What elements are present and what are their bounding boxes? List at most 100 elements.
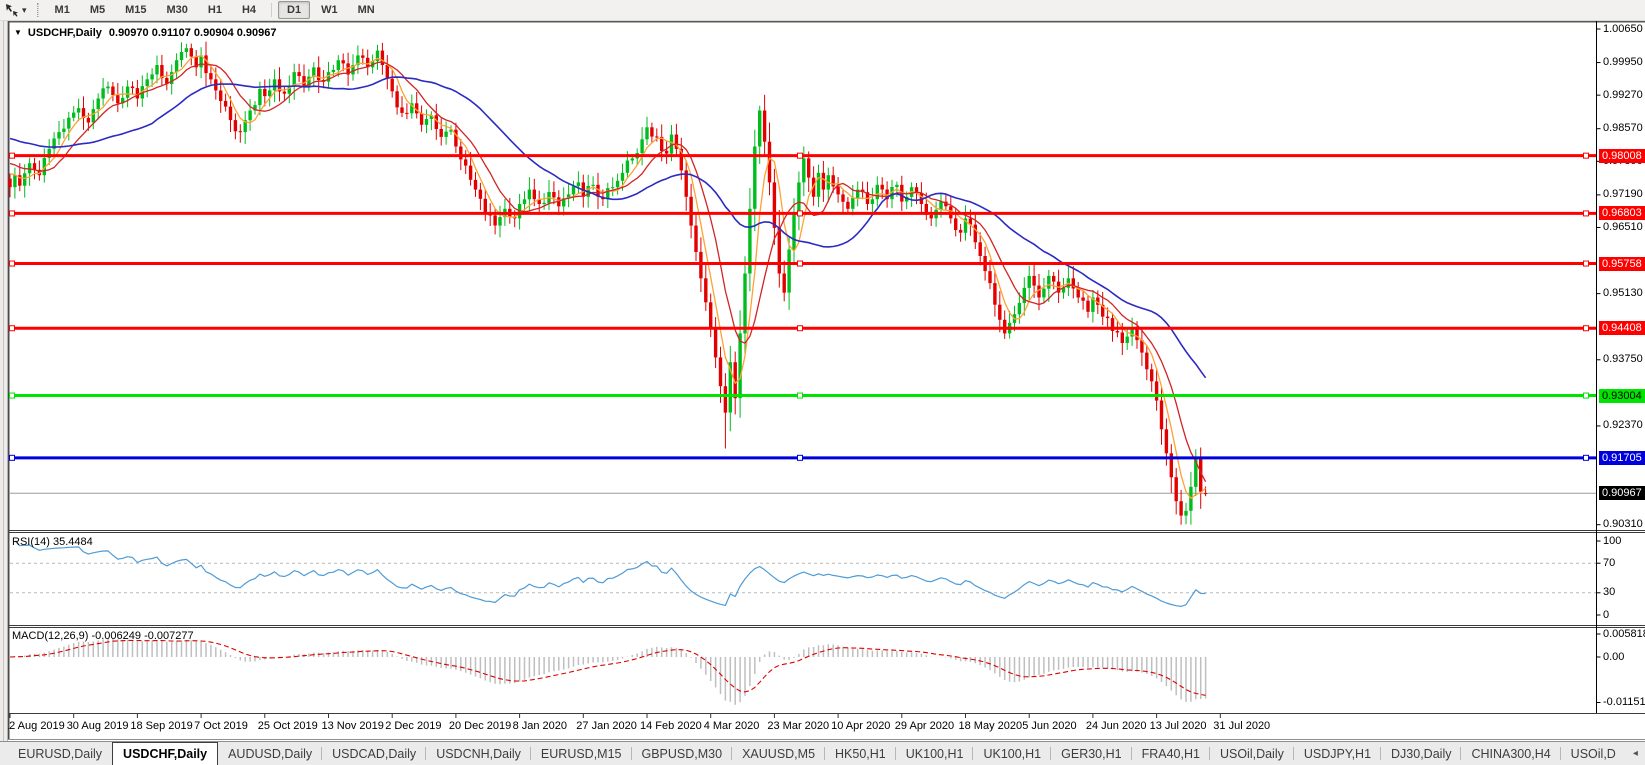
timeframe-button-h4[interactable]: H4	[233, 1, 265, 19]
hline-drag-handle[interactable]	[10, 261, 15, 266]
price-axis-tick-label: 1.00650	[1603, 23, 1643, 35]
chart-title-symbol: USDCHF,Daily	[28, 27, 102, 39]
hline-price-badge: 0.95758	[1599, 257, 1645, 271]
chart-title-ohlc: 0.90970 0.91107 0.90904 0.90967	[109, 27, 277, 39]
chart-tab-usoil-d[interactable]: USOil,D	[1561, 742, 1626, 765]
date-axis-label: 8 Jan 2020	[513, 720, 567, 732]
macd-axis-tick-label: -0.011514	[1603, 696, 1645, 708]
chart-tab-usdcad-daily[interactable]: USDCAD,Daily	[322, 742, 426, 765]
current-price-badge: 0.90967	[1599, 486, 1645, 500]
hline-drag-handle[interactable]	[798, 261, 803, 266]
hline-drag-handle[interactable]	[1584, 153, 1589, 158]
price-axis-tick-label: 0.99270	[1603, 89, 1643, 101]
macd-indicator-label: MACD(12,26,9) -0.006249 -0.007277	[12, 630, 194, 642]
chart-tab-bar: EURUSD,DailyUSDCHF,DailyAUDUSD,DailyUSDC…	[0, 741, 1645, 765]
rsi-indicator-label: RSI(14) 35.4484	[12, 536, 93, 548]
chart-collapse-caret[interactable]: ▼	[14, 28, 22, 37]
hline-drag-handle[interactable]	[1584, 211, 1589, 216]
chart-tab-gbpusd-m30[interactable]: GBPUSD,M30	[632, 742, 733, 765]
date-axis-label: 2 Dec 2019	[385, 720, 441, 732]
candlestick-series	[8, 42, 1207, 525]
hline-drag-handle[interactable]	[10, 393, 15, 398]
timeframe-button-m1[interactable]: M1	[46, 1, 79, 19]
hline-drag-handle[interactable]	[1584, 393, 1589, 398]
timeframe-button-w1[interactable]: W1	[312, 1, 347, 19]
rsi-level-lines	[10, 563, 1596, 593]
rsi-axis-tick-label: 100	[1603, 535, 1621, 547]
price-axis-tick-label: 0.93750	[1603, 353, 1643, 365]
hline-drag-handle[interactable]	[10, 153, 15, 158]
hline-drag-handle[interactable]	[1584, 326, 1589, 331]
hline-drag-handle[interactable]	[1584, 261, 1589, 266]
chart-tab-usoil-daily[interactable]: USOil,Daily	[1210, 742, 1294, 765]
chart-canvas[interactable]	[0, 0, 1645, 765]
axis-tick-marks	[10, 29, 1601, 718]
date-axis-label: 14 Feb 2020	[640, 720, 702, 732]
hline-drag-handle[interactable]	[798, 153, 803, 158]
chart-tab-xauusd-m5[interactable]: XAUUSD,M5	[732, 742, 825, 765]
chart-tab-ger30-h1[interactable]: GER30,H1	[1051, 742, 1131, 765]
window-left-gutter	[0, 21, 8, 765]
chart-tab-eurusd-daily[interactable]: EURUSD,Daily	[8, 742, 112, 765]
tab-scroll-left-icon[interactable]: ◂	[1626, 742, 1645, 765]
date-axis-label: 13 Nov 2019	[322, 720, 384, 732]
chart-tab-hk50-h1[interactable]: HK50,H1	[825, 742, 896, 765]
timeframe-button-d1[interactable]: D1	[278, 1, 310, 19]
hline-price-badge: 0.93004	[1599, 389, 1645, 403]
hline-drag-handle[interactable]	[798, 455, 803, 460]
date-axis-label: 10 Apr 2020	[831, 720, 890, 732]
hline-price-badge: 0.98008	[1599, 149, 1645, 163]
timeframe-toolbar: ▾ M1M5M15M30H1H4 D1W1MN	[0, 0, 1645, 21]
date-axis-label: 12 Aug 2019	[3, 720, 65, 732]
hline-drag-handle[interactable]	[10, 211, 15, 216]
chart-tools-dropdown-caret[interactable]: ▾	[22, 5, 27, 16]
chart-tab-audusd-daily[interactable]: AUDUSD,Daily	[218, 742, 322, 765]
timeframe-button-m15[interactable]: M15	[116, 1, 155, 19]
timeframe-buttons: M1M5M15M30H1H4 D1W1MN	[45, 1, 385, 19]
date-axis-label: 18 Sep 2019	[130, 720, 192, 732]
macd-signal-line	[10, 640, 1206, 695]
ma-mid-line	[10, 62, 1206, 482]
timeframe-button-m30[interactable]: M30	[158, 1, 197, 19]
price-axis-tick-label: 0.99950	[1603, 56, 1643, 68]
hline-drag-handle[interactable]	[10, 455, 15, 460]
date-axis-label: 24 Jun 2020	[1086, 720, 1147, 732]
chart-tab-dj30-daily[interactable]: DJ30,Daily	[1381, 742, 1461, 765]
hline-drag-handle[interactable]	[798, 393, 803, 398]
macd-axis-tick-label: 0.005818	[1603, 628, 1645, 640]
timeframe-button-m5[interactable]: M5	[81, 1, 114, 19]
chart-tab-uk100-h1[interactable]: UK100,H1	[896, 742, 974, 765]
macd-histogram	[10, 639, 1206, 705]
price-axis-tick-label: 0.95130	[1603, 287, 1643, 299]
hline-drag-handle[interactable]	[798, 211, 803, 216]
chart-tab-usdjpy-h1[interactable]: USDJPY,H1	[1294, 742, 1381, 765]
chart-tab-usdcnh-daily[interactable]: USDCNH,Daily	[426, 742, 531, 765]
timeframe-button-h1[interactable]: H1	[199, 1, 231, 19]
hline-price-badge: 0.96803	[1599, 206, 1645, 220]
horizontal-level-lines[interactable]	[10, 153, 1597, 460]
price-axis-tick-label: 0.90310	[1603, 518, 1643, 530]
hline-drag-handle[interactable]	[10, 326, 15, 331]
hline-drag-handle[interactable]	[1584, 455, 1589, 460]
date-axis-label: 4 Mar 2020	[704, 720, 760, 732]
chart-tab-usdchf-daily[interactable]: USDCHF,Daily	[112, 742, 218, 765]
price-axis-tick-label: 0.97190	[1603, 188, 1643, 200]
price-axis-tick-label: 0.92370	[1603, 419, 1643, 431]
price-axis-tick-label: 0.98570	[1603, 122, 1643, 134]
chart-tab-eurusd-m15[interactable]: EURUSD,M15	[531, 742, 632, 765]
rsi-axis-tick-label: 0	[1603, 609, 1609, 621]
ma-slow-line	[10, 77, 1206, 378]
terminal-root: ▾ M1M5M15M30H1H4 D1W1MN ▼ USDCHF,Daily 0.90…	[0, 0, 1645, 765]
chart-tab-china300-h4[interactable]: CHINA300,H4	[1461, 742, 1560, 765]
price-axis-tick-label: 0.96510	[1603, 221, 1643, 233]
toolbar-separator	[271, 3, 272, 17]
timeframe-button-mn[interactable]: MN	[349, 1, 384, 19]
date-axis-label: 23 Mar 2020	[767, 720, 829, 732]
chart-tools-icon[interactable]	[3, 2, 21, 18]
date-axis-label: 13 Jul 2020	[1150, 720, 1207, 732]
chart-tab-fra40-h1[interactable]: FRA40,H1	[1132, 742, 1210, 765]
date-axis-label: 27 Jan 2020	[576, 720, 637, 732]
chart-tab-uk100-h1[interactable]: UK100,H1	[973, 742, 1051, 765]
hline-drag-handle[interactable]	[798, 326, 803, 331]
hline-price-badge: 0.94408	[1599, 321, 1645, 335]
